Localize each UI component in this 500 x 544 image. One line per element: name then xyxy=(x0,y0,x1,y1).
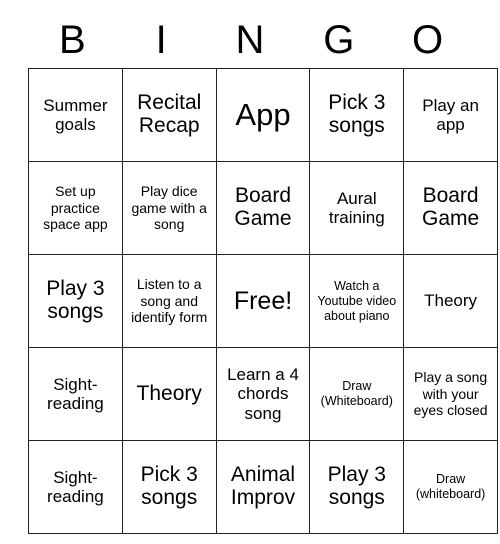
bingo-cell-g5[interactable]: Play 3 songs xyxy=(309,440,405,534)
bingo-header-letter-g: G xyxy=(323,18,355,62)
bingo-cell-g3[interactable]: Watch a Youtube video about piano xyxy=(309,254,405,348)
bingo-cell-b4[interactable]: Sight-reading xyxy=(28,347,123,441)
bingo-cell-o5[interactable]: Draw (whiteboard) xyxy=(403,440,498,534)
bingo-row-2: Set up practice space app Play dice game… xyxy=(28,161,498,255)
bingo-cell-text: Recital Recap xyxy=(137,91,202,137)
bingo-header-letter-n: N xyxy=(235,18,265,62)
bingo-header-letter-b: B xyxy=(59,18,86,62)
bingo-header-letter-o: O xyxy=(412,18,444,62)
bingo-cell-n2[interactable]: Board Game xyxy=(215,161,311,255)
bingo-cell-text: Draw (whiteboard) xyxy=(415,472,486,501)
bingo-cell-b1[interactable]: Summer goals xyxy=(28,68,123,162)
bingo-cell-text: Set up practice space app xyxy=(43,183,108,233)
bingo-row-1: Summer goals Recital Recap App Pick 3 so… xyxy=(28,68,498,162)
bingo-cell-text: Listen to a song and identify form xyxy=(131,276,208,326)
bingo-cell-text: Sight-reading xyxy=(47,467,104,506)
bingo-row-3: Play 3 songs Listen to a song and identi… xyxy=(28,254,498,348)
bingo-cell-text: Pick 3 songs xyxy=(328,91,386,137)
bingo-cell-text: App xyxy=(235,96,291,132)
bingo-header-row: B I N G O xyxy=(28,12,472,68)
bingo-row-4: Sight-reading Theory Learn a 4 chords so… xyxy=(28,347,498,441)
bingo-cell-text: Watch a Youtube video about piano xyxy=(317,278,397,323)
bingo-cell-o3[interactable]: Theory xyxy=(403,254,498,348)
bingo-cell-i3[interactable]: Listen to a song and identify form xyxy=(121,254,217,348)
bingo-header-letter-i: I xyxy=(155,18,167,62)
bingo-cell-text: Draw (Whiteboard) xyxy=(320,379,393,408)
bingo-cell-i5[interactable]: Pick 3 songs xyxy=(121,440,217,534)
bingo-card: B I N G O Summer goals Recital Recap App… xyxy=(28,12,498,534)
bingo-cell-text: Learn a 4 chords song xyxy=(227,365,299,423)
bingo-cell-i4[interactable]: Theory xyxy=(121,347,217,441)
bingo-cell-g1[interactable]: Pick 3 songs xyxy=(309,68,405,162)
bingo-cell-g4[interactable]: Draw (Whiteboard) xyxy=(309,347,405,441)
bingo-cell-g2[interactable]: Aural training xyxy=(309,161,405,255)
bingo-cell-o4[interactable]: Play a song with your eyes closed xyxy=(403,347,498,441)
bingo-cell-text: Play dice game with a song xyxy=(131,183,207,233)
bingo-cell-i2[interactable]: Play dice game with a song xyxy=(121,161,217,255)
bingo-cell-b5[interactable]: Sight-reading xyxy=(28,440,123,534)
bingo-cell-text: Animal Improv xyxy=(230,463,296,509)
bingo-cell-text: Pick 3 songs xyxy=(140,463,198,509)
bingo-cell-o2[interactable]: Board Game xyxy=(403,161,498,255)
bingo-cell-free-space[interactable]: Free! xyxy=(215,254,311,348)
bingo-cell-text: Board Game xyxy=(234,184,292,230)
bingo-cell-b2[interactable]: Set up practice space app xyxy=(28,161,123,255)
bingo-cell-text: Aural training xyxy=(328,188,385,227)
bingo-cell-n1[interactable]: App xyxy=(215,68,311,162)
bingo-cell-b3[interactable]: Play 3 songs xyxy=(28,254,123,348)
bingo-cell-text: Play 3 songs xyxy=(327,463,386,509)
bingo-cell-o1[interactable]: Play an app xyxy=(403,68,498,162)
bingo-cell-text: Board Game xyxy=(421,184,480,230)
bingo-cell-n4[interactable]: Learn a 4 chords song xyxy=(215,347,311,441)
bingo-cell-text: Theory xyxy=(136,381,202,405)
bingo-row-5: Sight-reading Pick 3 songs Animal Improv… xyxy=(28,440,498,534)
bingo-free-space-text: Free! xyxy=(233,286,293,315)
bingo-cell-text: Summer goals xyxy=(43,95,108,134)
bingo-grid: Summer goals Recital Recap App Pick 3 so… xyxy=(28,68,498,534)
bingo-cell-text: Theory xyxy=(424,291,478,311)
bingo-cell-i1[interactable]: Recital Recap xyxy=(121,68,217,162)
bingo-cell-text: Sight-reading xyxy=(47,374,104,413)
bingo-cell-text: Play a song with your eyes closed xyxy=(413,369,488,419)
bingo-cell-n5[interactable]: Animal Improv xyxy=(215,440,311,534)
bingo-cell-text: Play 3 songs xyxy=(46,277,105,323)
bingo-cell-text: Play an app xyxy=(422,95,479,134)
